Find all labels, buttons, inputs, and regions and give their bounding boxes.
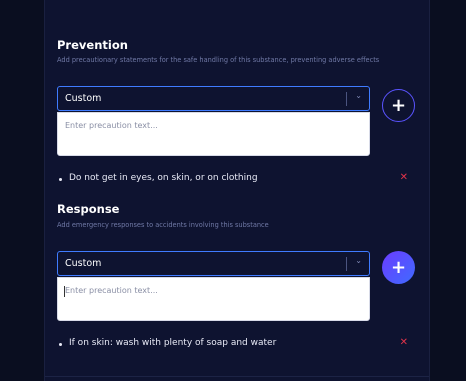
response-description: Add emergency responses to accidents inv… [57, 221, 269, 229]
response-text-placeholder: Enter precaution text... [65, 286, 158, 295]
response-text-input[interactable]: Enter precaution text... [57, 277, 370, 321]
response-select-value: Custom [65, 258, 102, 269]
chevron-down-icon[interactable]: ⌄ [355, 256, 362, 265]
bullet-icon [59, 343, 62, 346]
add-prevention-button[interactable]: + [382, 89, 415, 122]
response-select[interactable]: Custom ⌄ [57, 251, 370, 276]
response-title: Response [57, 202, 120, 216]
prevention-select-value: Custom [65, 93, 102, 104]
response-item-text: If on skin: wash with plenty of soap and… [69, 338, 277, 348]
add-response-button[interactable]: + [382, 251, 415, 284]
prevention-text-placeholder: Enter precaution text... [65, 121, 158, 130]
divider [45, 376, 429, 377]
prevention-description: Add precautionary statements for the saf… [57, 56, 380, 64]
plus-icon: + [390, 257, 407, 278]
close-icon[interactable]: ✕ [400, 172, 408, 183]
right-sidebar [429, 0, 466, 381]
prevention-list-item: Do not get in eyes, on skin, or on cloth… [57, 172, 417, 187]
bullet-icon [59, 178, 62, 181]
chevron-down-icon[interactable]: ⌄ [355, 91, 362, 100]
select-divider [346, 257, 347, 271]
prevention-item-text: Do not get in eyes, on skin, or on cloth… [69, 173, 258, 183]
response-list-item: If on skin: wash with plenty of soap and… [57, 337, 417, 352]
prevention-title: Prevention [57, 38, 128, 52]
select-divider [346, 92, 347, 106]
prevention-select[interactable]: Custom ⌄ [57, 86, 370, 111]
left-sidebar [0, 0, 45, 381]
prevention-text-input[interactable]: Enter precaution text... [57, 112, 370, 156]
close-icon[interactable]: ✕ [400, 337, 408, 348]
plus-icon: + [390, 95, 407, 116]
